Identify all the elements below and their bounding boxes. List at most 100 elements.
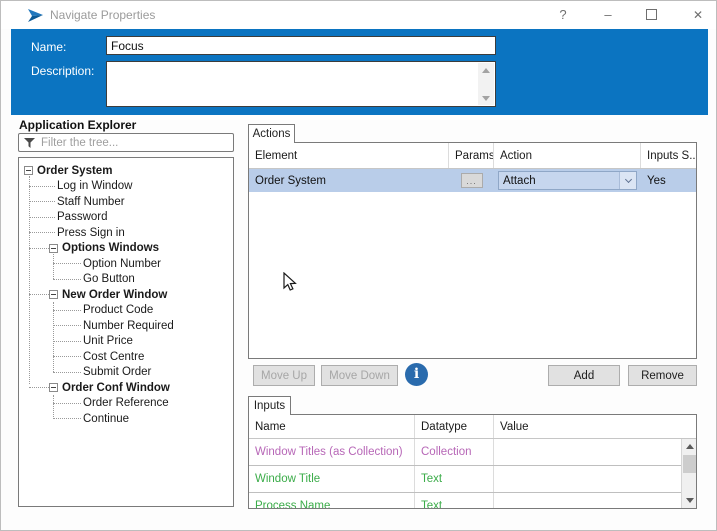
inputs-scrollbar[interactable] (681, 439, 696, 508)
column-header-params: Params (449, 143, 494, 168)
tree-connector (53, 371, 81, 373)
tree-item-option-number[interactable]: Option Number (19, 256, 233, 272)
column-header-value: Value (500, 420, 529, 433)
remove-button[interactable]: Remove (628, 365, 697, 386)
tree-item-submit-order[interactable]: Submit Order (19, 365, 233, 381)
name-input[interactable] (106, 36, 496, 55)
info-icon[interactable]: i (405, 363, 428, 386)
move-down-button[interactable]: Move Down (321, 365, 398, 386)
tree-connector (29, 294, 49, 296)
tree-item-staff-number[interactable]: Staff Number (19, 194, 233, 210)
tree-connector (53, 309, 81, 311)
actions-table-header: Element Params Action Inputs S.. (249, 143, 696, 169)
move-up-button[interactable]: Move Up (253, 365, 315, 386)
actions-row[interactable]: Order System... Attach Yes (249, 169, 696, 192)
tree-connector (29, 216, 55, 218)
tree-item-label: Product Code (83, 304, 154, 317)
tree-connector (53, 340, 81, 342)
inputs-row[interactable]: Window Titles (as Collection) Collection (249, 439, 696, 466)
navigate-properties-dialog: Navigate Properties ? – ✕ Name: Descript… (0, 0, 717, 531)
tree-item-log-in-window[interactable]: Log in Window (19, 179, 233, 195)
actions-table-body: Order System... Attach Yes (249, 169, 696, 192)
tree-connector (29, 232, 55, 234)
inputs-table-header: Name Datatype Value (249, 415, 696, 439)
scroll-down-icon[interactable] (478, 91, 494, 105)
tab-inputs[interactable]: Inputs (248, 396, 291, 415)
tree-connector (53, 325, 81, 327)
tree-item-order-system[interactable]: Order System (19, 163, 233, 179)
input-value-cell[interactable] (494, 493, 696, 508)
tree-connector (29, 387, 49, 389)
column-header-name: Name (249, 415, 415, 438)
input-value-cell[interactable] (494, 466, 696, 492)
tab-actions[interactable]: Actions (248, 124, 295, 143)
tree-item-options-windows[interactable]: Options Windows (19, 241, 233, 257)
tree-connector (53, 278, 81, 280)
tree-item-order-reference[interactable]: Order Reference (19, 396, 233, 412)
params-ellipsis-button[interactable]: ... (460, 173, 483, 188)
tree-item-new-order-window[interactable]: New Order Window (19, 287, 233, 303)
column-header-inputs-s: Inputs S.. (647, 149, 696, 162)
tree-connector (29, 247, 49, 249)
inputs-table: Name Datatype Value Window Titles (as Coll… (248, 414, 697, 509)
scrollbar-thumb[interactable] (683, 455, 696, 473)
maximize-icon[interactable] (646, 9, 657, 20)
inputs-table-body: Window Titles (as Collection) Collection W… (249, 439, 696, 508)
description-label: Description: (31, 64, 95, 78)
scroll-down-icon[interactable] (682, 493, 696, 508)
title-bar: Navigate Properties ? – ✕ (1, 1, 716, 29)
tree-item-label: New Order Window (62, 288, 168, 301)
scroll-up-icon[interactable] (682, 439, 696, 454)
tree-item-continue[interactable]: Continue (19, 411, 233, 427)
input-value-cell[interactable] (494, 439, 696, 465)
tree-item-label: Submit Order (83, 366, 152, 379)
tree-line (53, 252, 54, 279)
tree-connector (53, 356, 81, 358)
description-scrollbar[interactable] (478, 63, 494, 105)
action-dropdown[interactable]: Attach (498, 171, 637, 190)
tree-item-press-sign-in[interactable]: Press Sign in (19, 225, 233, 241)
actions-table: Element Params Action Inputs S.. Order Syst… (248, 142, 697, 359)
action-dropdown-value: Attach (503, 174, 536, 187)
tree-line (53, 302, 54, 372)
tree-item-go-button[interactable]: Go Button (19, 272, 233, 288)
tree-item-label: Option Number (83, 257, 161, 270)
tree-item-order-conf-window[interactable]: Order Conf Window (19, 380, 233, 396)
column-header-element: Element (249, 143, 449, 168)
minimize-button[interactable]: – (599, 6, 617, 24)
tree-item-password[interactable]: Password (19, 210, 233, 226)
help-button[interactable]: ? (554, 6, 572, 24)
app-tree: Order System Log in Window Staff Number Pas… (18, 157, 234, 507)
collapse-icon[interactable] (24, 166, 33, 176)
tree-item-label: Number Required (83, 319, 174, 332)
filter-funnel-icon (24, 138, 35, 148)
tree-item-label: Password (57, 211, 108, 224)
close-button[interactable]: ✕ (689, 6, 707, 24)
tree-filter-box[interactable] (18, 133, 234, 152)
scroll-up-icon[interactable] (478, 63, 494, 77)
tree-item-label: Go Button (83, 273, 135, 286)
collapse-icon[interactable] (49, 243, 58, 253)
input-datatype-cell: Text (415, 466, 494, 492)
element-cell: Order System (255, 174, 326, 187)
tree-connector (53, 263, 81, 265)
tree-filter-input[interactable] (41, 135, 231, 150)
tree-connector (53, 418, 81, 420)
chevron-down-icon[interactable] (619, 172, 636, 189)
column-header-action: Action (494, 143, 641, 168)
tree-item-label: Continue (83, 412, 130, 425)
collapse-icon[interactable] (49, 383, 58, 393)
add-button[interactable]: Add (548, 365, 620, 386)
tree-item-label: Log in Window (57, 180, 133, 193)
tree-item-number-required[interactable]: Number Required (19, 318, 233, 334)
mouse-cursor (283, 272, 297, 291)
tree-line (53, 395, 54, 419)
inputs-row[interactable]: Window Title Text (249, 466, 696, 493)
tree-item-product-code[interactable]: Product Code (19, 303, 233, 319)
inputs-row[interactable]: Process Name Text (249, 493, 696, 508)
description-textarea[interactable] (106, 61, 496, 107)
collapse-icon[interactable] (49, 290, 58, 300)
tree-item-label: Cost Centre (83, 350, 145, 363)
tree-item-cost-centre[interactable]: Cost Centre (19, 349, 233, 365)
tree-item-unit-price[interactable]: Unit Price (19, 334, 233, 350)
